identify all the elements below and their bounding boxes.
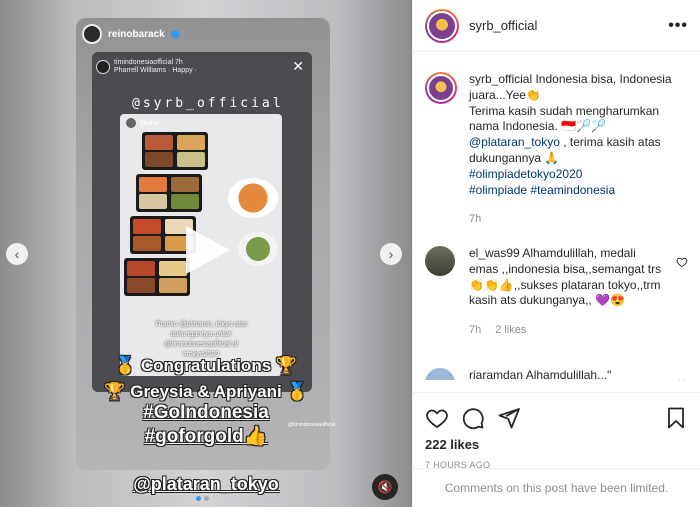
comment-item: el_was99 Alhamdulillah, medali emas ,,in…: [425, 246, 688, 356]
carousel-dot: [204, 496, 209, 501]
commenter-username[interactable]: riaramdan: [469, 368, 523, 380]
hashtag-link[interactable]: #olimpiadetokyo2020: [469, 167, 582, 181]
photo-caption: Thanks @plataran_tokyo atas dukungannya …: [154, 321, 248, 358]
bowl: [238, 232, 278, 266]
photo-avatar: [126, 118, 136, 128]
hashtag-link[interactable]: #olimpiade: [469, 183, 527, 197]
verified-icon: [170, 29, 180, 39]
reshared-username: timindonesiaofficial: [114, 59, 174, 66]
caption-username[interactable]: syrb_official: [469, 72, 532, 86]
caption-mention-link[interactable]: @plataran_tokyo: [469, 135, 560, 149]
likes-count[interactable]: 222 likes: [425, 437, 688, 452]
comment-icon[interactable]: [461, 406, 485, 430]
story-avatar: [82, 24, 102, 44]
carousel-indicator: [196, 496, 209, 501]
story-header: reinobarack: [82, 24, 180, 44]
comment-item: riaramdan Alhamdulillah...": [425, 368, 688, 380]
caption-avatar[interactable]: [425, 72, 457, 104]
heart-icon[interactable]: [676, 256, 688, 268]
commenter-avatar[interactable]: [425, 246, 455, 276]
comments-limited-notice: Comments on this post have been limited.: [413, 468, 700, 507]
story-text-hashtag-goindonesia: #GoIndonesia: [143, 402, 269, 423]
reshared-time: 7h: [174, 59, 183, 66]
photo-username: fjkono: [140, 119, 159, 127]
sound-button[interactable]: 🔇: [372, 474, 398, 500]
post-header: syrb_official •••: [413, 0, 700, 52]
story-text-congratulations: 🥇 Congratulations 🏆: [114, 356, 298, 375]
post-media[interactable]: reinobarack timindonesiaofficial 7h Phar…: [0, 0, 412, 507]
chevron-left-icon: ‹: [14, 246, 20, 262]
reshared-story-header: timindonesiaofficial 7h Pharrell William…: [96, 56, 308, 78]
carousel-dot: [196, 496, 201, 501]
previous-button[interactable]: ‹: [6, 243, 28, 265]
bowl: [228, 178, 278, 218]
chevron-right-icon: ›: [388, 246, 394, 262]
story-text-names: 🏆 Greysia & Apriyani 🥇: [104, 382, 308, 401]
caption-time: 7h: [469, 213, 482, 226]
commenter-avatar[interactable]: [425, 368, 455, 380]
reshared-avatar: [96, 60, 110, 74]
mention-sticker: @timindonesiaofficial: [288, 422, 336, 428]
heart-icon[interactable]: [676, 378, 688, 380]
comment-time: 7h: [469, 324, 482, 337]
more-options-icon[interactable]: •••: [668, 17, 688, 35]
next-button[interactable]: ›: [380, 243, 402, 265]
like-heart-icon[interactable]: [425, 406, 449, 430]
reshared-music: Pharrell Williams · Happy ·: [114, 67, 197, 74]
comments-list[interactable]: syrb_official Indonesia bisa, Indonesia …: [413, 60, 700, 380]
avatar[interactable]: [425, 8, 459, 43]
mention-bottom: @plataran_tokyo: [133, 474, 279, 494]
commenter-username[interactable]: el_was99: [469, 246, 520, 260]
post-actions: 222 likes 7 HOURS AGO: [413, 392, 700, 470]
post-caption: syrb_official Indonesia bisa, Indonesia …: [425, 72, 688, 232]
close-icon: ✕: [292, 58, 304, 74]
bento-tray: [136, 174, 202, 212]
story-text-hashtag-goforgold: #goforgold👍: [144, 426, 268, 447]
comment-text: Alhamdulillah...": [523, 368, 612, 380]
share-icon[interactable]: [497, 406, 521, 430]
bento-tray: [142, 132, 208, 170]
bookmark-icon[interactable]: [664, 406, 688, 430]
post-sidebar: syrb_official ••• syrb_official Indonesi…: [412, 0, 700, 507]
post-username[interactable]: syrb_official: [469, 18, 537, 33]
speaker-icon: 🔇: [377, 480, 393, 494]
comment-likes[interactable]: 2 likes: [495, 323, 526, 339]
story-username: reinobarack: [108, 28, 165, 40]
mention-top: @syrb_official: [132, 96, 284, 111]
thumbs-up-icon: 👍: [243, 426, 268, 447]
hashtag-link[interactable]: #teamindonesia: [530, 183, 615, 197]
play-icon[interactable]: [178, 222, 234, 278]
